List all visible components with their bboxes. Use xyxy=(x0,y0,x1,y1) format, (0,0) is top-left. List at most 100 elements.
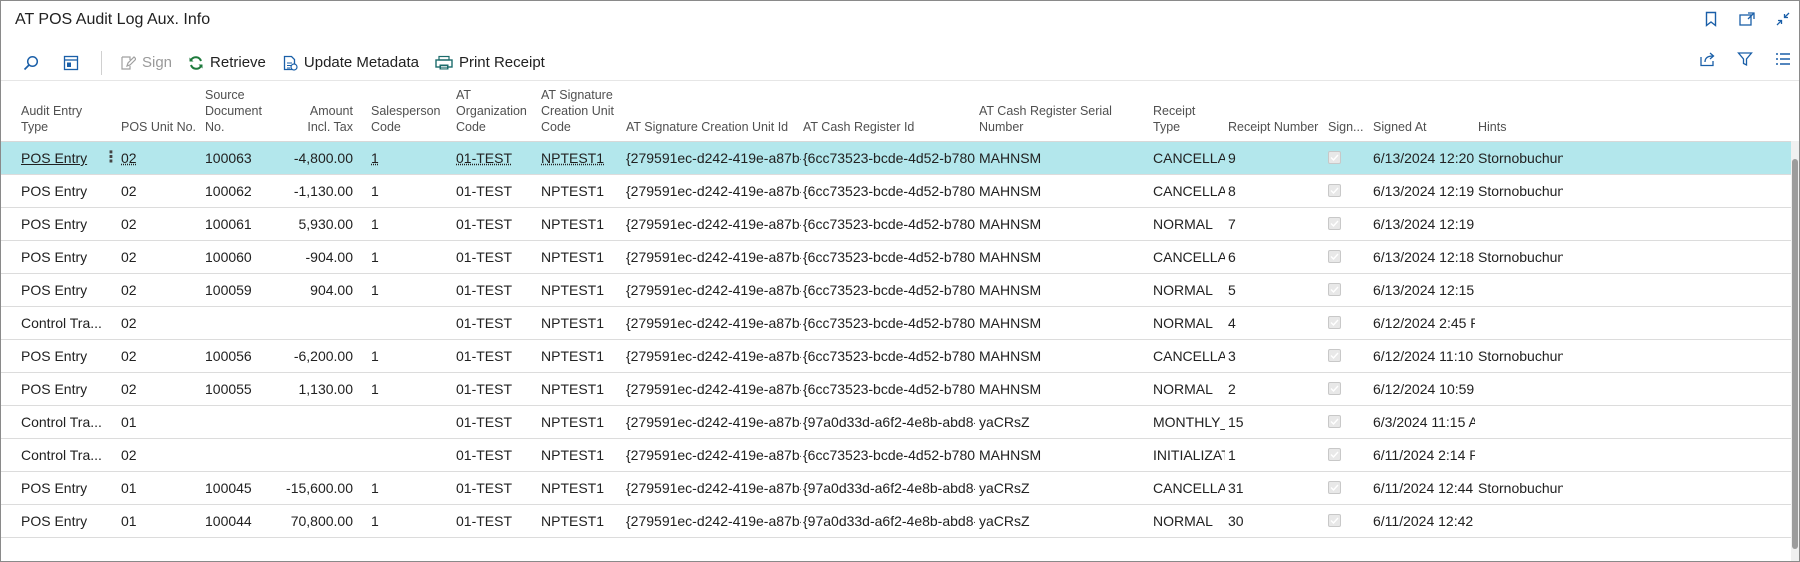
cell-at-organization-code[interactable]: 01-TEST xyxy=(456,208,536,240)
col-signed-at[interactable]: Signed At xyxy=(1373,119,1473,135)
col-at-cash-register-id[interactable]: AT Cash Register Id xyxy=(803,119,973,135)
cell-at-organization-code[interactable]: 01-TEST xyxy=(456,340,536,372)
cell-at-signature-creation-unit-code[interactable]: NPTEST1 xyxy=(541,241,621,273)
col-at-signature-creation-unit-code[interactable]: AT Signature Creation Unit Code xyxy=(541,87,621,135)
cell-salesperson-code[interactable]: 1 xyxy=(371,340,443,372)
list-view-icon[interactable] xyxy=(1773,49,1793,69)
cell-pos-unit-no[interactable]: 02 xyxy=(121,241,201,273)
cell-at-organization-code[interactable]: 01-TEST xyxy=(456,142,536,174)
cell-audit-entry-type[interactable]: POS Entry xyxy=(21,373,103,405)
cell-at-organization-code[interactable]: 01-TEST xyxy=(456,307,536,339)
table-row[interactable]: Control Tra... 02 01-TEST NPTEST1 {27959… xyxy=(1,307,1799,340)
update-metadata-button[interactable]: Update Metadata xyxy=(274,47,427,79)
cell-pos-unit-no[interactable]: 02 xyxy=(121,142,201,174)
cell-pos-unit-no[interactable]: 01 xyxy=(121,406,201,438)
cell-audit-entry-type[interactable]: POS Entry xyxy=(21,241,103,273)
cell-audit-entry-type[interactable]: POS Entry xyxy=(21,472,103,504)
cell-at-organization-code[interactable]: 01-TEST xyxy=(456,406,536,438)
cell-at-signature-creation-unit-code[interactable]: NPTEST1 xyxy=(541,439,621,471)
cell-at-signature-creation-unit-code[interactable]: NPTEST1 xyxy=(541,307,621,339)
filter-icon[interactable] xyxy=(1735,49,1755,69)
cell-at-organization-code[interactable]: 01-TEST xyxy=(456,241,536,273)
cell-at-organization-code[interactable]: 01-TEST xyxy=(456,472,536,504)
cell-at-signature-creation-unit-code[interactable]: NPTEST1 xyxy=(541,208,621,240)
table-row[interactable]: POS Entry ⋮ 02 100063 -4,800.00 1 01-TES… xyxy=(1,142,1799,175)
cell-pos-unit-no[interactable]: 02 xyxy=(121,340,201,372)
cell-salesperson-code[interactable]: 1 xyxy=(371,175,443,207)
cell-audit-entry-type[interactable]: POS Entry xyxy=(21,340,103,372)
cell-audit-entry-type[interactable]: POS Entry xyxy=(21,208,103,240)
cell-pos-unit-no[interactable]: 02 xyxy=(121,373,201,405)
cell-pos-unit-no[interactable]: 02 xyxy=(121,274,201,306)
cell-pos-unit-no[interactable]: 01 xyxy=(121,472,201,504)
table-row[interactable]: Control Tra... 01 01-TEST NPTEST1 {27959… xyxy=(1,406,1799,439)
cell-salesperson-code[interactable] xyxy=(371,406,443,438)
cell-at-signature-creation-unit-code[interactable]: NPTEST1 xyxy=(541,142,621,174)
col-salesperson-code[interactable]: Salesperson Code xyxy=(371,103,443,135)
cell-audit-entry-type[interactable]: POS Entry xyxy=(21,505,103,537)
col-at-organization-code[interactable]: AT Organization Code xyxy=(456,87,536,135)
table-row[interactable]: POS Entry 02 100062 -1,130.00 1 01-TEST … xyxy=(1,175,1799,208)
cell-pos-unit-no[interactable]: 02 xyxy=(121,175,201,207)
cell-pos-unit-no[interactable]: 02 xyxy=(121,208,201,240)
cell-at-organization-code[interactable]: 01-TEST xyxy=(456,439,536,471)
cell-pos-unit-no[interactable]: 02 xyxy=(121,439,201,471)
cell-salesperson-code[interactable]: 1 xyxy=(371,505,443,537)
search-icon[interactable] xyxy=(15,47,47,79)
col-receipt-type[interactable]: Receipt Type xyxy=(1153,103,1225,135)
retrieve-button[interactable]: Retrieve xyxy=(180,47,274,79)
sign-button[interactable]: Sign xyxy=(112,47,180,79)
share-icon[interactable] xyxy=(1697,49,1717,69)
cell-audit-entry-type[interactable]: Control Tra... xyxy=(21,406,103,438)
cell-audit-entry-type[interactable]: Control Tra... xyxy=(21,439,103,471)
cell-at-signature-creation-unit-code[interactable]: NPTEST1 xyxy=(541,175,621,207)
cell-audit-entry-type[interactable]: POS Entry xyxy=(21,175,103,207)
cell-at-organization-code[interactable]: 01-TEST xyxy=(456,373,536,405)
cell-pos-unit-no[interactable]: 01 xyxy=(121,505,201,537)
scrollbar-thumb[interactable] xyxy=(1792,159,1798,549)
cell-at-signature-creation-unit-code[interactable]: NPTEST1 xyxy=(541,505,621,537)
cell-salesperson-code[interactable]: 1 xyxy=(371,472,443,504)
vertical-scrollbar[interactable] xyxy=(1791,141,1799,561)
cell-salesperson-code[interactable] xyxy=(371,439,443,471)
cell-at-signature-creation-unit-code[interactable]: NPTEST1 xyxy=(541,340,621,372)
cell-at-signature-creation-unit-code[interactable]: NPTEST1 xyxy=(541,373,621,405)
col-at-cash-register-serial-number[interactable]: AT Cash Register Serial Number xyxy=(979,103,1149,135)
open-new-window-icon[interactable] xyxy=(1737,9,1757,29)
collapse-icon[interactable] xyxy=(1773,9,1793,29)
col-at-signature-creation-unit-id[interactable]: AT Signature Creation Unit Id xyxy=(626,119,801,135)
col-audit-entry-type[interactable]: Audit Entry Type xyxy=(21,103,106,135)
cell-audit-entry-type[interactable]: POS Entry xyxy=(21,142,103,174)
cell-at-signature-creation-unit-code[interactable]: NPTEST1 xyxy=(541,406,621,438)
cell-salesperson-code[interactable] xyxy=(371,307,443,339)
cell-audit-entry-type[interactable]: POS Entry xyxy=(21,274,103,306)
col-signed[interactable]: Sign... xyxy=(1328,119,1368,135)
col-hints[interactable]: Hints xyxy=(1478,119,1538,135)
print-receipt-button[interactable]: Print Receipt xyxy=(427,47,553,79)
table-row[interactable]: POS Entry 02 100061 5,930.00 1 01-TEST N… xyxy=(1,208,1799,241)
cell-salesperson-code[interactable]: 1 xyxy=(371,373,443,405)
cell-salesperson-code[interactable]: 1 xyxy=(371,241,443,273)
bookmark-icon[interactable] xyxy=(1701,9,1721,29)
cell-at-organization-code[interactable]: 01-TEST xyxy=(456,505,536,537)
table-row[interactable]: Control Tra... 02 01-TEST NPTEST1 {27959… xyxy=(1,439,1799,472)
table-row[interactable]: POS Entry 01 100044 70,800.00 1 01-TEST … xyxy=(1,505,1799,538)
edit-list-icon[interactable] xyxy=(55,47,87,79)
cell-audit-entry-type[interactable]: Control Tra... xyxy=(21,307,103,339)
table-row[interactable]: POS Entry 02 100056 -6,200.00 1 01-TEST … xyxy=(1,340,1799,373)
cell-salesperson-code[interactable]: 1 xyxy=(371,274,443,306)
row-actions-menu-icon[interactable]: ⋮ xyxy=(103,142,119,174)
cell-at-signature-creation-unit-code[interactable]: NPTEST1 xyxy=(541,274,621,306)
table-row[interactable]: POS Entry 01 100045 -15,600.00 1 01-TEST… xyxy=(1,472,1799,505)
cell-at-organization-code[interactable]: 01-TEST xyxy=(456,274,536,306)
col-source-document-no[interactable]: Source Document No. xyxy=(205,87,275,135)
cell-salesperson-code[interactable]: 1 xyxy=(371,208,443,240)
col-receipt-number[interactable]: Receipt Number xyxy=(1228,119,1328,135)
table-row[interactable]: POS Entry 02 100059 904.00 1 01-TEST NPT… xyxy=(1,274,1799,307)
cell-pos-unit-no[interactable]: 02 xyxy=(121,307,201,339)
col-amount-incl-tax[interactable]: Amount Incl. Tax xyxy=(291,103,353,135)
table-row[interactable]: POS Entry 02 100060 -904.00 1 01-TEST NP… xyxy=(1,241,1799,274)
cell-at-organization-code[interactable]: 01-TEST xyxy=(456,175,536,207)
cell-salesperson-code[interactable]: 1 xyxy=(371,142,443,174)
col-pos-unit-no[interactable]: POS Unit No. xyxy=(121,119,201,135)
